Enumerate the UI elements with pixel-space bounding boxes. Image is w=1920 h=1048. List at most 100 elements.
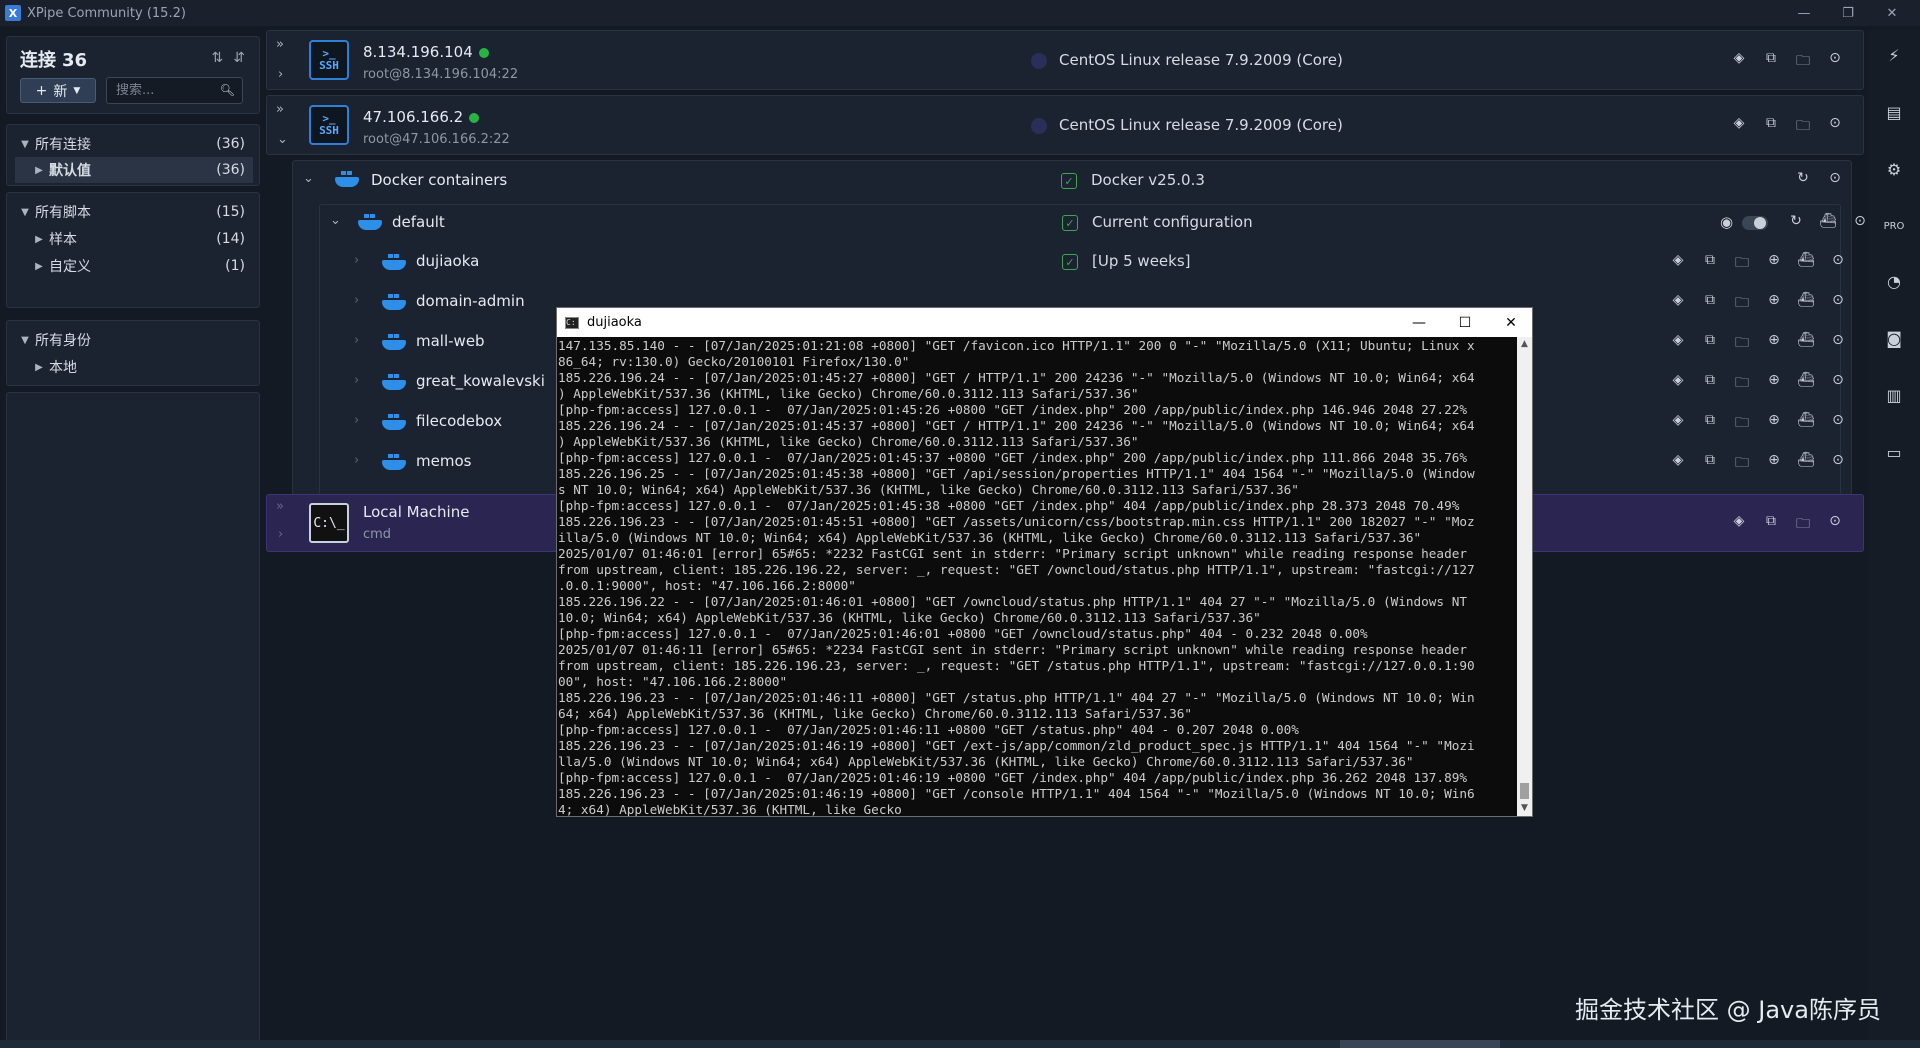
connection-row-host2[interactable]: » ⌄ >_ SSH 47.106.166.2 root@47.106.166.2… [266, 95, 1864, 155]
terminal-window[interactable]: C: dujiaoka — ☐ ✕ 147.135.85.140 - - [07… [556, 307, 1533, 817]
globe-icon[interactable]: ⊕ [1762, 292, 1786, 316]
sort-date-icon[interactable]: ⇵ [233, 50, 245, 66]
discord-icon[interactable]: ◙ [1882, 327, 1906, 351]
tree-all-identities[interactable]: ▼ 所有身份 [15, 327, 253, 353]
scroll-up-icon[interactable]: ▲ [1517, 337, 1532, 352]
close-button[interactable]: ✕ [1870, 0, 1914, 26]
docker-action-icon[interactable]: ⛴ [1794, 412, 1818, 436]
container-row[interactable]: › dujiaoka ✓ [Up 5 weeks] ◈ ⧉ 🗀 ⊕ ⛴ ⊙ [320, 243, 1844, 283]
tree-all-scripts[interactable]: ▼ 所有脚本 (15) [15, 199, 253, 225]
more-icon[interactable]: ⊙ [1823, 115, 1847, 139]
folder-icon[interactable]: 🗀 [1791, 50, 1815, 74]
copy-icon[interactable]: ⧉ [1698, 292, 1722, 316]
docker-action-icon[interactable]: ⛴ [1794, 372, 1818, 396]
terminal-output[interactable]: 147.135.85.140 - - [07/Jan/2025:01:21:08… [557, 337, 1517, 816]
default-context-row[interactable]: ⌄ default ✓ Current configuration ◉ ↻ ⛴ ⊙ [320, 205, 1866, 241]
search-box[interactable]: 🔍︎ [106, 77, 243, 104]
pro-icon[interactable]: PRO [1882, 215, 1906, 239]
copy-icon[interactable]: ⧉ [1698, 332, 1722, 356]
eye-icon[interactable]: ◉ [1720, 213, 1733, 231]
docker-action-icon[interactable]: ⛴ [1816, 213, 1840, 229]
monitor-icon[interactable]: ▭ [1882, 441, 1906, 465]
minimize-button[interactable]: — [1782, 0, 1826, 26]
expand-double-icon[interactable]: » [276, 37, 284, 52]
search-input[interactable] [116, 83, 216, 98]
docker-action-icon[interactable]: ⛴ [1794, 332, 1818, 356]
browser-icon[interactable]: ▤ [1882, 101, 1906, 125]
more-icon[interactable]: ⊙ [1826, 292, 1850, 316]
more-icon[interactable]: ⊙ [1823, 50, 1847, 74]
chevron-right-icon[interactable]: › [354, 293, 359, 308]
layers-icon[interactable]: ◈ [1727, 513, 1751, 537]
more-icon[interactable]: ⊙ [1826, 452, 1850, 476]
github-icon[interactable]: ◔ [1882, 270, 1906, 294]
layers-icon[interactable]: ◈ [1666, 372, 1690, 396]
layers-icon[interactable]: ◈ [1727, 50, 1751, 74]
new-connection-button[interactable]: + 新 ▼ [20, 78, 96, 103]
copy-icon[interactable]: ⧉ [1698, 252, 1722, 276]
terminal-titlebar[interactable]: C: dujiaoka — ☐ ✕ [557, 308, 1532, 337]
copy-icon[interactable]: ⧉ [1759, 50, 1783, 74]
layers-icon[interactable]: ◈ [1666, 292, 1690, 316]
tree-default[interactable]: ▶ 默认值 (36) [15, 157, 253, 183]
expand-double-icon[interactable]: » [276, 499, 284, 514]
chevron-right-icon[interactable]: › [354, 373, 359, 388]
globe-icon[interactable]: ⊕ [1762, 412, 1786, 436]
chevron-right-icon[interactable]: › [354, 333, 359, 348]
layers-icon[interactable]: ◈ [1666, 332, 1690, 356]
docker-action-icon[interactable]: ⛴ [1794, 252, 1818, 276]
more-icon[interactable]: ⊙ [1826, 332, 1850, 356]
tree-local[interactable]: ▶ 本地 [15, 354, 253, 380]
folder-icon[interactable]: 🗀 [1791, 513, 1815, 537]
settings-icon[interactable]: ⚙ [1882, 158, 1906, 182]
more-icon[interactable]: ⊙ [1823, 170, 1847, 186]
layers-icon[interactable]: ◈ [1666, 452, 1690, 476]
tree-all-connections[interactable]: ▼ 所有连接 (36) [15, 131, 253, 157]
scroll-down-icon[interactable]: ▼ [1517, 801, 1532, 816]
terminal-close-button[interactable]: ✕ [1488, 308, 1534, 337]
folder-icon[interactable]: 🗀 [1730, 252, 1754, 276]
more-icon[interactable]: ⊙ [1826, 412, 1850, 436]
docker-containers-row[interactable]: ⌄ Docker containers ✓ Docker v25.0.3 ↻ ⊙ [293, 161, 1851, 199]
more-icon[interactable]: ⊙ [1823, 513, 1847, 537]
globe-icon[interactable]: ⊕ [1762, 252, 1786, 276]
chevron-right-icon[interactable]: › [278, 67, 283, 82]
folder-icon[interactable]: 🗀 [1791, 115, 1815, 139]
copy-icon[interactable]: ⧉ [1698, 412, 1722, 436]
chevron-down-icon[interactable]: ⌄ [330, 213, 341, 228]
terminal-scrollbar[interactable]: ▲ ▼ [1517, 337, 1532, 816]
copy-icon[interactable]: ⧉ [1759, 115, 1783, 139]
layers-icon[interactable]: ◈ [1666, 412, 1690, 436]
copy-icon[interactable]: ⧉ [1759, 513, 1783, 537]
copy-icon[interactable]: ⧉ [1698, 372, 1722, 396]
layers-icon[interactable]: ◈ [1727, 115, 1751, 139]
maximize-button[interactable]: ❐ [1826, 0, 1870, 26]
docker-action-icon[interactable]: ⛴ [1794, 292, 1818, 316]
docker-action-icon[interactable]: ⛴ [1794, 452, 1818, 476]
tree-samples[interactable]: ▶ 样本 (14) [15, 226, 253, 252]
more-icon[interactable]: ⊙ [1826, 372, 1850, 396]
layers-icon[interactable]: ◈ [1666, 252, 1690, 276]
chevron-right-icon[interactable]: › [278, 527, 283, 542]
expand-double-icon[interactable]: » [276, 102, 284, 117]
folder-icon[interactable]: 🗀 [1730, 332, 1754, 356]
chevron-right-icon[interactable]: › [354, 413, 359, 428]
globe-icon[interactable]: ⊕ [1762, 372, 1786, 396]
terminal-minimize-button[interactable]: — [1396, 308, 1442, 337]
connections-icon[interactable]: ⚡ [1882, 44, 1906, 68]
folder-icon[interactable]: 🗀 [1730, 412, 1754, 436]
refresh-icon[interactable]: ↻ [1784, 213, 1808, 229]
tree-custom[interactable]: ▶ 自定义 (1) [15, 253, 253, 279]
terminal-maximize-button[interactable]: ☐ [1442, 308, 1488, 337]
more-icon[interactable]: ⊙ [1826, 252, 1850, 276]
chevron-down-icon[interactable]: ⌄ [303, 171, 314, 186]
visibility-toggle[interactable] [1742, 216, 1768, 230]
globe-icon[interactable]: ⊕ [1762, 332, 1786, 356]
globe-icon[interactable]: ⊕ [1762, 452, 1786, 476]
chevron-right-icon[interactable]: › [354, 453, 359, 468]
sort-alpha-icon[interactable]: ⇅ [212, 50, 224, 66]
folder-icon[interactable]: 🗀 [1730, 372, 1754, 396]
folder-icon[interactable]: 🗀 [1730, 452, 1754, 476]
refresh-icon[interactable]: ↻ [1791, 170, 1815, 186]
docs-icon[interactable]: ▥ [1882, 384, 1906, 408]
